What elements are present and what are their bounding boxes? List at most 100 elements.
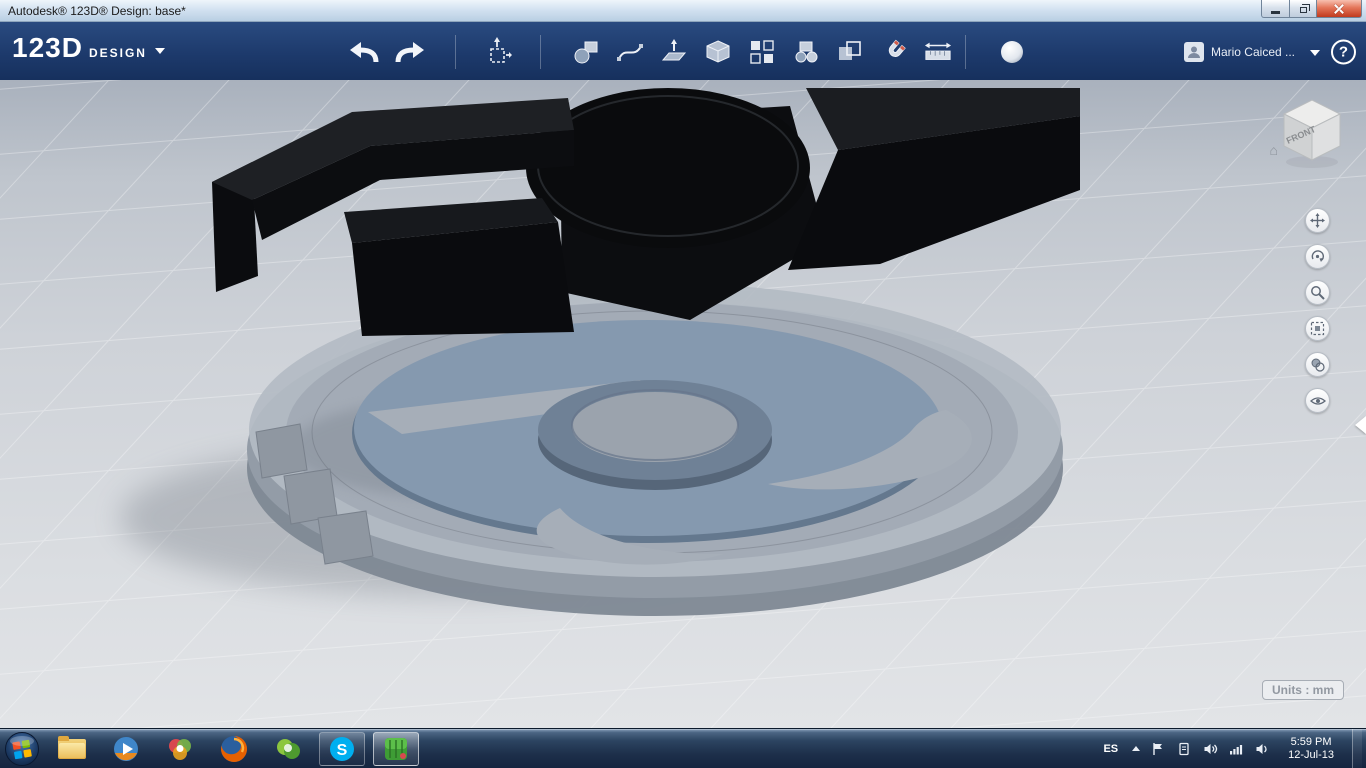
skype-taskbar-button[interactable]: S bbox=[319, 731, 365, 766]
grouping-icon bbox=[795, 41, 818, 63]
speaker-icon[interactable] bbox=[1254, 741, 1270, 757]
taskbar: S ES 5:59 PM 12-Jul-13 bbox=[0, 728, 1366, 768]
cad-app-taskbar-button[interactable] bbox=[373, 731, 419, 766]
orbit-icon bbox=[1311, 250, 1325, 262]
transform-icon bbox=[490, 37, 512, 63]
start-button[interactable] bbox=[3, 730, 41, 768]
grouping-button[interactable] bbox=[792, 38, 820, 66]
language-indicator[interactable]: ES bbox=[1099, 741, 1122, 757]
clock-date: 12-Jul-13 bbox=[1288, 748, 1334, 761]
sketch-button[interactable] bbox=[616, 38, 644, 66]
messenger-taskbar-button[interactable] bbox=[265, 732, 311, 766]
measure-button[interactable] bbox=[924, 38, 952, 66]
firefox-icon bbox=[221, 735, 248, 762]
3d-scene bbox=[0, 80, 1366, 728]
show-desktop-button[interactable] bbox=[1352, 728, 1362, 768]
zoom-icon bbox=[1311, 286, 1325, 300]
app-logo: 123D DESIGN bbox=[12, 32, 165, 64]
network-icon[interactable] bbox=[1228, 741, 1244, 757]
system-tray: ES 5:59 PM 12-Jul-13 bbox=[1099, 728, 1366, 768]
redo-button[interactable] bbox=[392, 39, 426, 65]
windows-start-icon bbox=[5, 731, 39, 766]
dark-body[interactable] bbox=[212, 88, 1080, 336]
pattern-button[interactable] bbox=[748, 38, 776, 66]
media-gallery-taskbar-button[interactable] bbox=[157, 732, 203, 766]
toolbar-separator bbox=[965, 35, 966, 69]
primitives-button[interactable] bbox=[572, 38, 600, 66]
pan-button[interactable] bbox=[1305, 208, 1330, 233]
hidden-icons-button[interactable] bbox=[1132, 746, 1141, 751]
help-label: ? bbox=[1338, 43, 1349, 61]
3d-viewport[interactable]: FRONT ⌂ Units: mm bbox=[0, 80, 1366, 728]
eye-icon bbox=[1309, 396, 1326, 405]
restore-button[interactable] bbox=[1290, 0, 1317, 18]
orbit-button[interactable] bbox=[1305, 244, 1330, 269]
construct-button[interactable] bbox=[660, 38, 688, 66]
magnet-icon bbox=[888, 39, 906, 57]
folder-icon bbox=[58, 735, 86, 759]
combine-button[interactable] bbox=[836, 38, 864, 66]
volume-icon[interactable] bbox=[1202, 741, 1218, 757]
skype-icon: S bbox=[330, 736, 354, 761]
sketch-icon bbox=[617, 44, 643, 61]
toolbar-separator bbox=[455, 35, 456, 69]
material-sphere-icon bbox=[1001, 41, 1023, 63]
modeling-tools-group bbox=[572, 38, 952, 66]
titlebar: Autodesk® 123D® Design: base* bbox=[0, 0, 1366, 22]
notes-icon[interactable] bbox=[1176, 741, 1192, 757]
messenger-icon bbox=[277, 738, 300, 759]
fit-view-button[interactable] bbox=[1305, 316, 1330, 341]
snap-button[interactable] bbox=[880, 38, 908, 66]
toolbar-separator bbox=[540, 35, 541, 69]
logo-123d-text: 123D bbox=[12, 32, 83, 63]
firefox-taskbar-button[interactable] bbox=[211, 732, 257, 766]
modify-button[interactable] bbox=[704, 38, 732, 66]
skype-letter: S bbox=[337, 742, 348, 759]
cad-app-icon bbox=[385, 737, 407, 760]
media-gallery-icon bbox=[169, 738, 191, 760]
shaded-view-icon bbox=[1311, 358, 1325, 372]
clock-time: 5:59 PM bbox=[1290, 735, 1332, 748]
units-indicator[interactable]: Units : mm bbox=[1261, 680, 1344, 700]
menu-chevron-down-icon[interactable] bbox=[154, 48, 165, 54]
construct-icon bbox=[661, 39, 687, 61]
restore-icon bbox=[1299, 3, 1310, 13]
panel-collapse-arrow[interactable] bbox=[1355, 416, 1366, 434]
fit-view-icon bbox=[1310, 321, 1325, 336]
redo-icon bbox=[395, 42, 424, 63]
close-icon bbox=[1333, 3, 1345, 15]
user-account-menu[interactable]: Mario Caiced ... bbox=[1183, 42, 1320, 62]
undo-button[interactable] bbox=[348, 39, 382, 65]
logo-design-text: DESIGN bbox=[88, 46, 147, 60]
user-avatar-icon bbox=[1183, 42, 1204, 62]
close-button[interactable] bbox=[1317, 0, 1362, 18]
minimize-button[interactable] bbox=[1261, 0, 1290, 18]
media-player-taskbar-button[interactable] bbox=[103, 732, 149, 766]
measure-icon bbox=[924, 42, 952, 60]
zoom-button[interactable] bbox=[1305, 280, 1330, 305]
pattern-icon bbox=[750, 40, 774, 64]
window-controls bbox=[1261, 0, 1362, 18]
help-button[interactable]: ? bbox=[1331, 39, 1356, 65]
viewcube-home-icon[interactable]: ⌂ bbox=[1270, 142, 1278, 158]
user-chevron-down-icon bbox=[1310, 50, 1320, 56]
window-title: Autodesk® 123D® Design: base* bbox=[8, 3, 186, 18]
explorer-taskbar-button[interactable] bbox=[49, 732, 95, 766]
combine-icon bbox=[839, 41, 861, 60]
transform-button[interactable] bbox=[482, 37, 512, 67]
material-view-button[interactable] bbox=[1305, 352, 1330, 377]
primitives-icon bbox=[574, 41, 598, 64]
action-center-flag-icon[interactable] bbox=[1150, 741, 1166, 757]
app-window: Autodesk® 123D® Design: base* 123D DESIG… bbox=[0, 0, 1366, 768]
view-nav-toolbar bbox=[1305, 208, 1330, 413]
view-cube[interactable]: FRONT bbox=[1272, 88, 1352, 177]
material-button[interactable] bbox=[997, 37, 1027, 67]
units-label: Units : mm bbox=[1271, 683, 1334, 697]
visibility-button[interactable] bbox=[1305, 388, 1330, 413]
cube-icon bbox=[706, 40, 730, 63]
user-name-label: Mario Caiced ... bbox=[1210, 45, 1295, 59]
minimize-icon bbox=[1271, 10, 1280, 14]
taskbar-clock[interactable]: 5:59 PM 12-Jul-13 bbox=[1280, 736, 1342, 762]
media-player-icon bbox=[114, 736, 138, 761]
main-toolbar: 123D DESIGN Mario Caiced ... ? bbox=[0, 22, 1366, 80]
